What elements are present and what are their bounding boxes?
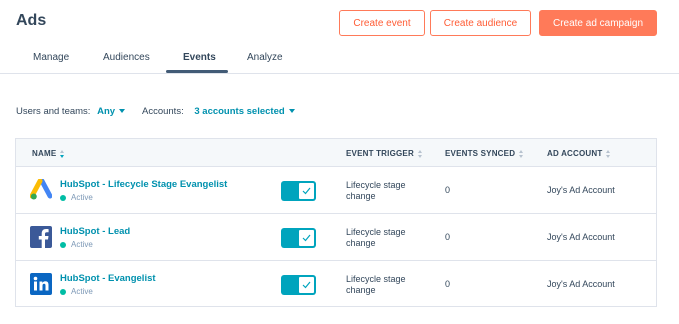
table-row: HubSpot - Lifecycle Stage Evangelist Act…	[16, 167, 656, 214]
chevron-down-icon[interactable]	[119, 109, 126, 114]
create-audience-button[interactable]: Create audience	[430, 10, 531, 36]
linkedin-icon	[30, 273, 52, 295]
tab-manage[interactable]: Manage	[33, 52, 69, 63]
table-header: NAME EVENT TRIGGER EVENTS SYNCED AD ACCO…	[16, 139, 656, 167]
event-toggle[interactable]	[281, 228, 316, 248]
accounts-filter-dropdown[interactable]: 3 accounts selected	[194, 106, 295, 117]
create-ad-campaign-button[interactable]: Create ad campaign	[539, 10, 657, 36]
checkmark-icon[interactable]	[298, 229, 315, 247]
table-row: HubSpot - Lead Active Lifecycle stage ch…	[16, 214, 656, 261]
events-synced-cell: 0	[445, 279, 451, 289]
event-trigger-cell: Lifecycle stage change	[346, 274, 406, 295]
tab-audiences[interactable]: Audiences	[103, 52, 150, 63]
accounts-filter: Accounts: 3 accounts selected	[142, 106, 295, 117]
column-header-trigger[interactable]: EVENT TRIGGER	[346, 149, 423, 158]
events-synced-cell: 0	[445, 232, 451, 242]
event-name-link[interactable]: HubSpot - Lead	[60, 226, 130, 237]
accounts-filter-value[interactable]: 3 accounts selected	[194, 106, 284, 117]
tab-events[interactable]: Events	[183, 52, 216, 63]
status-dot-icon	[60, 288, 66, 295]
checkmark-icon[interactable]	[298, 276, 315, 294]
event-name-link[interactable]: HubSpot - Lifecycle Stage Evangelist	[60, 179, 227, 190]
tab-bar: Manage Audiences Events Analyze	[0, 44, 679, 74]
column-header-synced[interactable]: EVENTS SYNCED	[445, 149, 524, 158]
column-header-trigger-label[interactable]: EVENT TRIGGER	[346, 149, 414, 158]
status-dot-icon	[60, 241, 66, 248]
ad-account-cell: Joy's Ad Account	[547, 232, 615, 242]
event-trigger-cell: Lifecycle stage change	[346, 180, 406, 201]
column-header-account[interactable]: AD ACCOUNT	[547, 149, 611, 158]
users-filter-label: Users and teams:	[16, 106, 91, 117]
event-trigger-cell: Lifecycle stage change	[346, 227, 406, 248]
sort-icon[interactable]	[519, 149, 524, 158]
table-row: HubSpot - Evangelist Active Lifecycle st…	[16, 261, 656, 308]
status-label: Active	[71, 193, 93, 202]
events-synced-cell: 0	[445, 185, 451, 195]
active-tab-indicator	[166, 70, 228, 73]
sort-icon[interactable]	[60, 149, 65, 158]
tab-analyze[interactable]: Analyze	[247, 52, 283, 63]
create-event-button[interactable]: Create event	[339, 10, 425, 36]
status-badge: Active	[60, 287, 93, 296]
users-filter: Users and teams: Any	[16, 106, 126, 117]
chevron-down-icon[interactable]	[288, 109, 295, 114]
users-filter-dropdown[interactable]: Any	[97, 106, 126, 117]
status-dot-icon	[60, 194, 66, 201]
ad-account-cell: Joy's Ad Account	[547, 185, 615, 195]
status-label: Active	[71, 240, 93, 249]
status-badge: Active	[60, 193, 93, 202]
ad-account-cell: Joy's Ad Account	[547, 279, 615, 289]
events-table: NAME EVENT TRIGGER EVENTS SYNCED AD ACCO…	[15, 138, 657, 307]
event-toggle[interactable]	[281, 275, 316, 295]
google-ads-icon	[30, 179, 52, 200]
page-title: Ads	[16, 12, 47, 29]
column-header-synced-label[interactable]: EVENTS SYNCED	[445, 149, 515, 158]
status-label: Active	[71, 287, 93, 296]
checkmark-icon[interactable]	[298, 182, 315, 200]
event-name-link[interactable]: HubSpot - Evangelist	[60, 273, 156, 284]
sort-icon[interactable]	[606, 149, 611, 158]
accounts-filter-label: Accounts:	[142, 106, 184, 117]
column-header-name-label[interactable]: NAME	[32, 149, 56, 158]
event-toggle[interactable]	[281, 181, 316, 201]
column-header-account-label[interactable]: AD ACCOUNT	[547, 149, 602, 158]
status-badge: Active	[60, 240, 93, 249]
column-header-name[interactable]: NAME	[32, 149, 65, 158]
facebook-icon	[30, 226, 52, 248]
sort-icon[interactable]	[417, 149, 423, 158]
users-filter-value[interactable]: Any	[97, 106, 115, 117]
